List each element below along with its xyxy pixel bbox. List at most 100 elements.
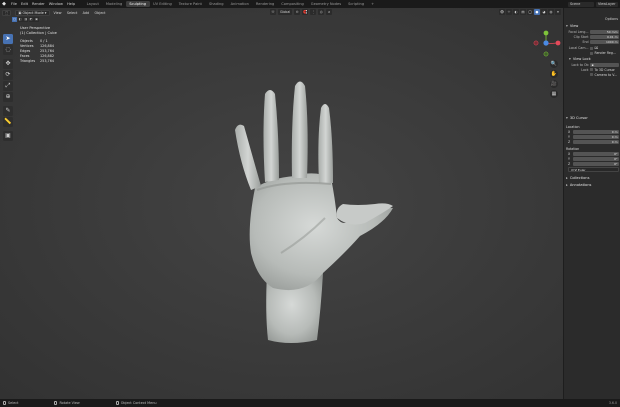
mode-selector[interactable]: ▣ Object Mode ▾: [15, 9, 50, 16]
clip-start-field[interactable]: 0.01 m: [590, 34, 619, 39]
status-label: Select: [8, 401, 19, 405]
location-y-field[interactable]: 0 m: [573, 134, 619, 139]
mouse-middle-icon: [54, 401, 58, 405]
menu-add[interactable]: Add: [83, 11, 90, 15]
menu-render[interactable]: Render: [32, 2, 45, 6]
axis-label: Z: [568, 161, 571, 166]
select-new-icon[interactable]: ▢: [12, 17, 17, 22]
select-subtract-icon[interactable]: ◨: [23, 17, 28, 22]
menu-edit[interactable]: Edit: [21, 2, 28, 6]
move-tool-icon[interactable]: ✥: [3, 59, 13, 69]
tab-modeling[interactable]: Modeling: [102, 1, 125, 7]
options-dropdown[interactable]: Options: [605, 17, 618, 21]
transform-orientation-dropdown[interactable]: Global: [278, 9, 293, 15]
pan-hand-icon[interactable]: ✋: [550, 70, 558, 78]
shading-wireframe-icon[interactable]: ◯: [527, 9, 533, 15]
rotation-mode-dropdown[interactable]: XYZ Euler: [568, 167, 619, 172]
clip-end-field[interactable]: 1000 m: [590, 39, 619, 44]
tab-animation[interactable]: Animation: [227, 1, 252, 7]
navigation-gizmo[interactable]: [530, 28, 562, 60]
ortho-grid-icon[interactable]: ▦: [550, 90, 558, 98]
field-label: Lock: [581, 67, 589, 72]
snap-icon[interactable]: 🧲: [302, 9, 309, 15]
focal-length-field[interactable]: 50 mm: [590, 29, 619, 34]
location-z-field[interactable]: 0 m: [573, 139, 619, 144]
lock-to-object-field[interactable]: ▪: [590, 62, 619, 67]
panel-header-annotations[interactable]: ▸ Annotations: [566, 183, 619, 188]
stat-label: Triangles: [20, 59, 36, 63]
tab-sculpting[interactable]: Sculpting: [125, 1, 150, 7]
shading-material-icon[interactable]: ◕: [541, 9, 547, 15]
rotation-x-field[interactable]: 0°: [573, 151, 619, 156]
select-box-tool-icon[interactable]: ➤: [3, 34, 13, 44]
menu-window[interactable]: Window: [49, 2, 63, 6]
lock-3d-cursor-checkbox[interactable]: [590, 68, 593, 71]
tab-rendering[interactable]: Rendering: [252, 1, 277, 7]
gizmo-z-axis[interactable]: [543, 40, 549, 46]
select-intersect-icon[interactable]: ▣: [34, 17, 39, 22]
rotation-label: Rotation: [566, 146, 580, 151]
gizmo-x-axis[interactable]: [555, 40, 561, 46]
menu-select[interactable]: Select: [67, 11, 77, 15]
scale-tool-icon[interactable]: ⤢: [3, 81, 13, 91]
blender-logo-icon[interactable]: ◆: [0, 0, 8, 8]
panel-header-collections[interactable]: ▸ Collections: [566, 176, 619, 181]
tab-uv-editing[interactable]: UV Editing: [150, 1, 176, 7]
editor-type-button[interactable]: ⬚: [2, 9, 12, 16]
zoom-icon[interactable]: 🔍: [550, 60, 558, 68]
tab-compositing[interactable]: Compositing: [278, 1, 308, 7]
add-workspace-button[interactable]: +: [368, 1, 378, 7]
gizmo-neg-y-axis[interactable]: [543, 51, 549, 57]
tab-layout[interactable]: Layout: [83, 1, 102, 7]
shading-rendered-icon[interactable]: ◍: [548, 9, 554, 15]
select-extend-icon[interactable]: ◧: [17, 17, 23, 22]
gizmo-neg-x-axis[interactable]: [533, 40, 539, 46]
rotate-tool-icon[interactable]: ⟳: [3, 70, 13, 80]
menu-view[interactable]: View: [54, 11, 62, 15]
render-region-checkbox[interactable]: [590, 51, 593, 55]
tab-texture-paint[interactable]: Texture Paint: [175, 1, 205, 7]
annotate-tool-icon[interactable]: ✎: [3, 106, 13, 116]
axis-label: Y: [568, 156, 570, 161]
local-camera-checkbox[interactable]: [590, 46, 593, 50]
rotation-y-field[interactable]: 0°: [573, 156, 619, 161]
xray-icon[interactable]: ▤: [520, 9, 526, 15]
gizmo-toggle-icon[interactable]: ⊹: [506, 9, 512, 15]
panel-title: View Lock: [572, 57, 591, 61]
cursor-tool-icon[interactable]: ◌: [3, 45, 13, 55]
measure-tool-icon[interactable]: 📏: [3, 117, 13, 127]
3d-viewport[interactable]: ⬚ ▣ Object Mode ▾ View Select Add Object…: [0, 8, 563, 399]
add-cube-tool-icon[interactable]: ▣: [3, 131, 13, 141]
scene-selector[interactable]: Scene: [568, 1, 594, 7]
overlays-icon[interactable]: ◐: [513, 9, 519, 15]
location-x-field[interactable]: 0 m: [573, 129, 619, 134]
tab-shading[interactable]: Shading: [205, 1, 227, 7]
viewport-display-controls: 👁 ⊹ ◐ ▤ ◯ ● ◕ ◍ ▾: [499, 9, 561, 15]
visibility-icon[interactable]: 👁: [499, 9, 505, 15]
transform-orientation-icon[interactable]: ⤧: [270, 9, 276, 15]
menu-help[interactable]: Help: [67, 2, 75, 6]
rotation-z-field[interactable]: 0°: [573, 161, 619, 166]
panel-header-3d-cursor[interactable]: ▾ 3D Cursor: [566, 116, 619, 121]
transform-tool-icon[interactable]: ⊕: [3, 92, 13, 102]
panel-title: Collections: [569, 176, 590, 180]
tab-scripting[interactable]: Scripting: [345, 1, 368, 7]
field-label: Local Cam...: [568, 46, 589, 50]
tab-geometry-nodes[interactable]: Geometry Nodes: [307, 1, 344, 7]
pivot-point-icon[interactable]: ⊙: [294, 9, 301, 15]
proportional-edit-icon[interactable]: ◎: [318, 9, 325, 15]
menu-file[interactable]: File: [11, 2, 17, 6]
select-invert-icon[interactable]: ◩: [28, 17, 34, 22]
rotation-x-row: X 0°: [566, 151, 619, 156]
hand-mesh[interactable]: [225, 78, 405, 348]
camera-to-view-checkbox[interactable]: [590, 73, 593, 76]
view-layer-selector[interactable]: ViewLayer: [596, 1, 618, 7]
menu-object[interactable]: Object: [94, 11, 105, 15]
falloff-icon[interactable]: ∧: [326, 9, 333, 15]
chevron-right-icon: ▸: [566, 176, 568, 180]
camera-view-icon[interactable]: 🎥: [550, 80, 558, 88]
shading-solid-icon[interactable]: ●: [534, 9, 540, 15]
gizmo-y-axis[interactable]: [543, 30, 549, 36]
snap-settings-icon[interactable]: ⋮: [310, 9, 317, 15]
shading-options-icon[interactable]: ▾: [555, 9, 561, 15]
